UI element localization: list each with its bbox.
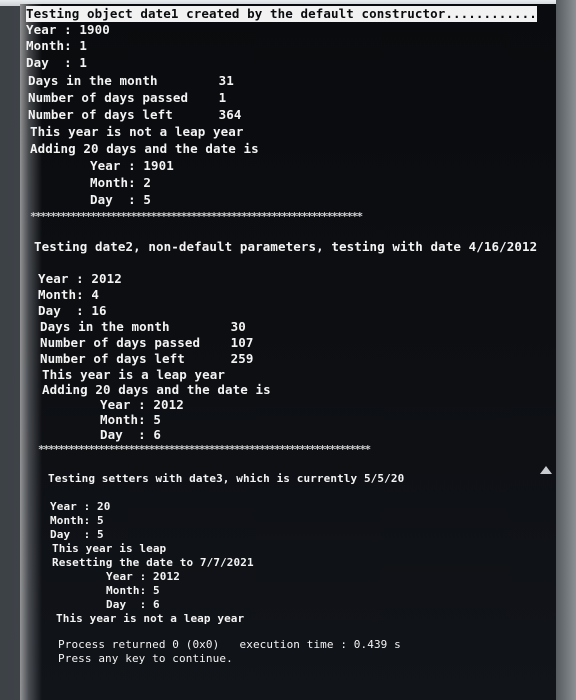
separator-2: ****************************************… (38, 443, 371, 456)
section2-header: Testing date2, non-default parameters, t… (34, 239, 538, 254)
photo-of-screen: Testing object date1 created by the defa… (0, 0, 576, 700)
section2-year: Year : 2012 (38, 271, 122, 286)
separator-1: ****************************************… (30, 210, 363, 223)
section1-leap: This year is not a leap year (30, 124, 244, 139)
console-window[interactable]: Testing object date1 created by the defa… (20, 4, 556, 700)
section2-days-in-month: Days in the month 30 (40, 319, 246, 334)
section2-days-left: Number of days left 259 (40, 351, 254, 366)
scroll-up-arrow-icon[interactable] (540, 466, 552, 474)
section1-days-passed: Number of days passed 1 (28, 90, 227, 105)
section2-new-day: Day : 6 (100, 427, 162, 442)
background-right (556, 0, 576, 700)
section1-days-in-month: Days in the month 31 (28, 73, 234, 88)
section1-adding: Adding 20 days and the date is (30, 141, 259, 156)
section2-leap: This year is a leap year (42, 367, 226, 382)
section3-header: Testing setters with date3, which is cur… (48, 472, 405, 485)
section2-adding: Adding 20 days and the date is (42, 382, 271, 397)
section1-days-left: Number of days left 364 (28, 107, 242, 122)
section3-leap2: This year is not a leap year (56, 612, 245, 625)
section1-new-month: Month: 2 (90, 175, 152, 190)
section1-new-year: Year : 1901 (90, 158, 174, 173)
section1-new-day: Day : 5 (90, 192, 152, 207)
section2-days-passed: Number of days passed 107 (40, 335, 254, 350)
section1-year: Year : 1900 (26, 22, 110, 37)
section2-new-year: Year : 2012 (100, 397, 184, 412)
section2-day: Day : 16 (38, 303, 107, 318)
section1-month: Month: 1 (26, 38, 88, 53)
section2-new-month: Month: 5 (100, 412, 162, 427)
section2-month: Month: 4 (38, 287, 100, 302)
section1-header: Testing object date1 created by the defa… (26, 6, 537, 22)
section1-day: Day : 1 (26, 55, 88, 70)
press-any-key: Press any key to continue. (58, 652, 233, 665)
